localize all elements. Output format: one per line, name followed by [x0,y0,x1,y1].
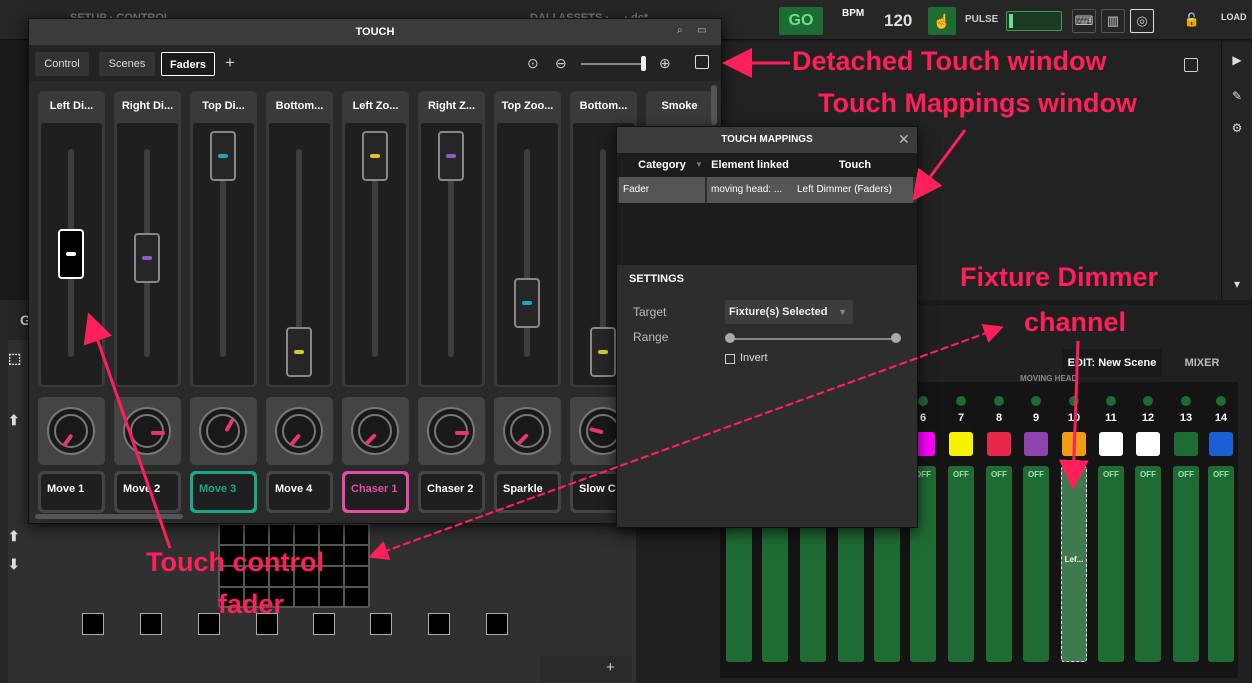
annotation-mappings: Touch Mappings window [818,88,1137,118]
annotation-channel: channel [1024,307,1127,337]
annotation-fader: fader [218,589,285,619]
annotation-arrow [912,129,967,201]
annotation-arrow [83,312,172,549]
annotation-fixture-dimmer: Fixture Dimmer [960,262,1159,292]
annotation-arrow [1058,340,1089,490]
annotation-touch-control: Touch control [146,547,324,577]
annotation-detached: Detached Touch window [792,46,1107,76]
